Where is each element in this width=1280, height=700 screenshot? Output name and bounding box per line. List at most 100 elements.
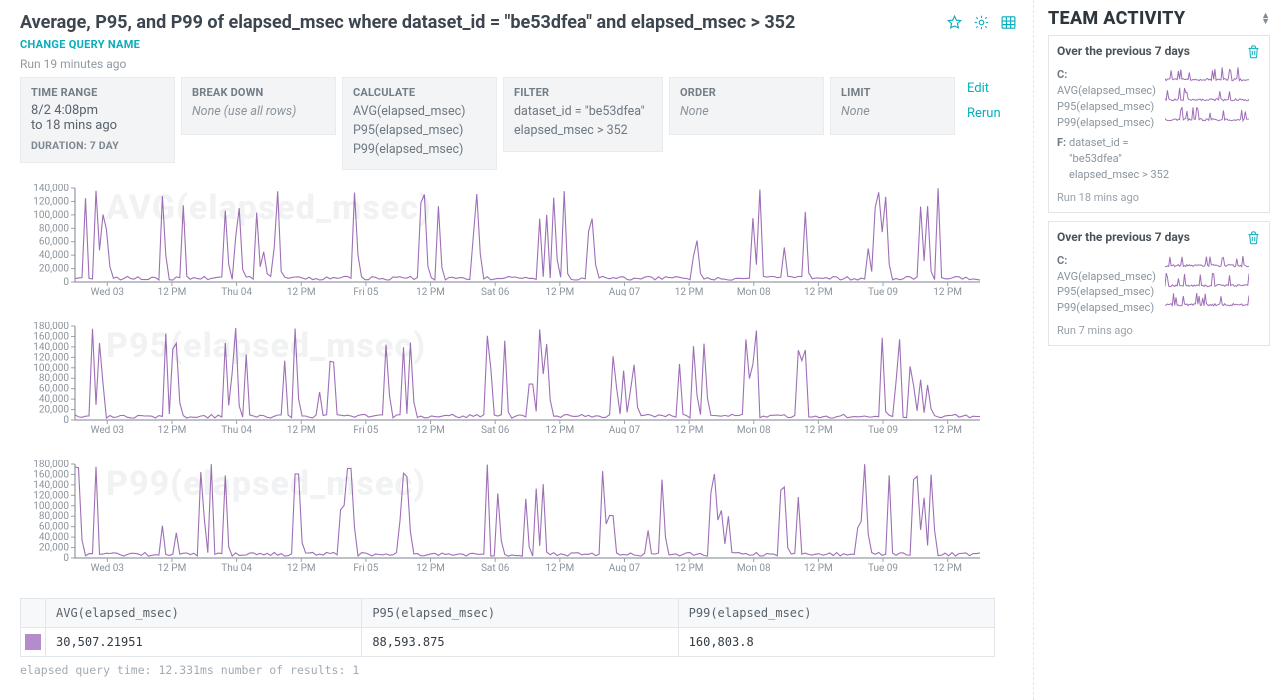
activity-title: Over the previous 7 days xyxy=(1057,44,1190,58)
activity-title: Over the previous 7 days xyxy=(1057,230,1190,244)
svg-text:12 PM: 12 PM xyxy=(158,563,187,572)
cell-p95: 88,593.875 xyxy=(362,628,678,657)
main-panel: Average, P95, and P99 of elapsed_msec wh… xyxy=(0,0,1033,700)
card-calculate[interactable]: CALCULATE AVG(elapsed_msec) P95(elapsed_… xyxy=(342,77,497,170)
change-query-name-link[interactable]: CHANGE QUERY NAME xyxy=(20,38,140,51)
gear-icon[interactable] xyxy=(971,12,992,37)
chart-1: AVG(elapsed_msec) 140,000120,000100,0008… xyxy=(20,184,1019,312)
svg-text:100,000: 100,000 xyxy=(33,210,69,221)
cell-avg: 30,507.21951 xyxy=(46,628,362,657)
builder-actions: Edit Rerun xyxy=(961,77,1005,121)
svg-text:60,000: 60,000 xyxy=(39,384,69,395)
svg-text:12 PM: 12 PM xyxy=(545,563,574,572)
svg-text:140,000: 140,000 xyxy=(33,342,69,353)
svg-text:Sat 06: Sat 06 xyxy=(481,563,510,572)
svg-text:12 PM: 12 PM xyxy=(158,287,187,296)
card-time-range[interactable]: TIME RANGE 8/2 4:08pm to 18 mins ago DUR… xyxy=(20,77,175,163)
star-icon[interactable] xyxy=(944,12,965,37)
svg-text:0: 0 xyxy=(63,553,69,564)
row-swatch xyxy=(21,628,46,657)
charts-container: AVG(elapsed_msec) 140,000120,000100,0008… xyxy=(20,184,1019,588)
activity-list: Over the previous 7 days C:AVG(elapsed_m… xyxy=(1048,35,1270,346)
svg-text:Aug 07: Aug 07 xyxy=(609,287,641,296)
activity-card[interactable]: Over the previous 7 days C:AVG(elapsed_m… xyxy=(1048,221,1270,347)
svg-text:Mon 08: Mon 08 xyxy=(737,563,771,572)
card-break-down[interactable]: BREAK DOWN None (use all rows) xyxy=(181,77,336,135)
svg-text:120,000: 120,000 xyxy=(33,491,69,502)
svg-text:0: 0 xyxy=(63,415,69,426)
activity-run-time: Run 18 mins ago xyxy=(1057,191,1261,204)
svg-text:60,000: 60,000 xyxy=(39,237,69,248)
table-row: 30,507.21951 88,593.875 160,803.8 xyxy=(21,628,995,657)
svg-text:80,000: 80,000 xyxy=(39,511,69,522)
cell-p99: 160,803.8 xyxy=(678,628,994,657)
svg-text:12 PM: 12 PM xyxy=(416,287,445,296)
svg-text:12 PM: 12 PM xyxy=(675,563,704,572)
svg-text:Fri 05: Fri 05 xyxy=(353,425,378,434)
swatch-header xyxy=(21,599,46,628)
svg-text:100,000: 100,000 xyxy=(33,363,69,374)
svg-text:Thu 04: Thu 04 xyxy=(221,287,252,296)
svg-text:40,000: 40,000 xyxy=(39,250,69,261)
sort-toggle-icon[interactable]: ▲▼ xyxy=(1261,13,1270,25)
svg-text:60,000: 60,000 xyxy=(39,522,69,533)
sparkline xyxy=(1165,87,1249,102)
svg-text:Aug 07: Aug 07 xyxy=(609,425,641,434)
edit-link[interactable]: Edit xyxy=(967,81,1001,96)
svg-text:12 PM: 12 PM xyxy=(287,425,316,434)
chart-3: P99(elapsed_msec) 180,000160,000140,0001… xyxy=(20,460,1019,588)
grid-icon[interactable] xyxy=(998,12,1019,37)
svg-text:12 PM: 12 PM xyxy=(933,425,962,434)
svg-text:20,000: 20,000 xyxy=(39,543,69,554)
svg-text:20,000: 20,000 xyxy=(39,405,69,416)
col-p95[interactable]: P95(elapsed_msec) xyxy=(362,599,678,628)
sparkline xyxy=(1165,253,1249,268)
svg-text:Tue 09: Tue 09 xyxy=(868,287,898,296)
svg-text:120,000: 120,000 xyxy=(33,353,69,364)
svg-text:12 PM: 12 PM xyxy=(545,425,574,434)
card-order[interactable]: ORDER None xyxy=(669,77,824,135)
svg-text:12 PM: 12 PM xyxy=(675,425,704,434)
sparkline xyxy=(1165,292,1249,307)
svg-text:12 PM: 12 PM xyxy=(287,563,316,572)
sparkline xyxy=(1165,67,1249,82)
svg-text:12 PM: 12 PM xyxy=(416,425,445,434)
svg-text:Fri 05: Fri 05 xyxy=(353,287,378,296)
svg-text:Aug 07: Aug 07 xyxy=(609,563,641,572)
col-avg[interactable]: AVG(elapsed_msec) xyxy=(46,599,362,628)
team-activity-title: TEAM ACTIVITY xyxy=(1048,8,1185,29)
chart-svg[interactable]: 180,000160,000140,000120,000100,00080,00… xyxy=(20,322,985,434)
svg-text:Wed 03: Wed 03 xyxy=(91,563,124,572)
activity-run-time: Run 7 mins ago xyxy=(1057,324,1261,337)
rerun-link[interactable]: Rerun xyxy=(967,106,1001,121)
svg-text:100,000: 100,000 xyxy=(33,501,69,512)
title-action-icons xyxy=(944,10,1019,37)
results-table: AVG(elapsed_msec) P95(elapsed_msec) P99(… xyxy=(20,598,995,657)
svg-text:Mon 08: Mon 08 xyxy=(737,287,771,296)
svg-text:Mon 08: Mon 08 xyxy=(737,425,771,434)
card-filter[interactable]: FILTER dataset_id = "be53dfea" elapsed_m… xyxy=(503,77,663,152)
svg-text:40,000: 40,000 xyxy=(39,532,69,543)
svg-text:20,000: 20,000 xyxy=(39,264,69,275)
col-p99[interactable]: P99(elapsed_msec) xyxy=(678,599,994,628)
trash-icon[interactable] xyxy=(1246,230,1261,249)
page-title: Average, P95, and P99 of elapsed_msec wh… xyxy=(20,12,944,33)
sparkline xyxy=(1165,273,1249,288)
trash-icon[interactable] xyxy=(1246,44,1261,63)
svg-text:Sat 06: Sat 06 xyxy=(481,425,510,434)
team-activity-panel: TEAM ACTIVITY ▲▼ Over the previous 7 day… xyxy=(1033,0,1280,700)
svg-text:Tue 09: Tue 09 xyxy=(868,563,898,572)
run-timestamp: Run 19 minutes ago xyxy=(20,57,1019,71)
activity-card[interactable]: Over the previous 7 days C:AVG(elapsed_m… xyxy=(1048,35,1270,213)
svg-text:Sat 06: Sat 06 xyxy=(481,287,510,296)
chart-svg[interactable]: 180,000160,000140,000120,000100,00080,00… xyxy=(20,460,985,572)
svg-text:Thu 04: Thu 04 xyxy=(221,425,252,434)
svg-text:Wed 03: Wed 03 xyxy=(91,425,124,434)
svg-text:160,000: 160,000 xyxy=(33,470,69,481)
svg-text:140,000: 140,000 xyxy=(33,480,69,491)
chart-svg[interactable]: 140,000120,000100,00080,00060,00040,0002… xyxy=(20,184,985,296)
svg-text:40,000: 40,000 xyxy=(39,394,69,405)
svg-text:12 PM: 12 PM xyxy=(158,425,187,434)
svg-text:160,000: 160,000 xyxy=(33,332,69,343)
card-limit[interactable]: LIMIT None xyxy=(830,77,955,135)
